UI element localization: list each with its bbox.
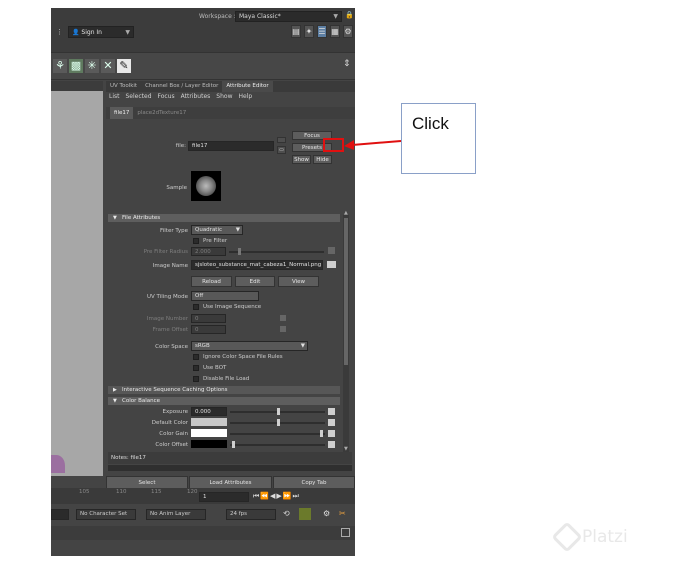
stage: Workspace : Maya Classic* ▼ 🔒 ⋮ 👤 Sign I… <box>0 0 680 566</box>
watermark-text: Platzi <box>582 527 628 547</box>
annotation-callout: Click <box>401 103 476 174</box>
platzi-watermark: Platzi <box>551 521 628 553</box>
annotation-arrow <box>344 140 402 150</box>
arrow-shaft <box>351 140 402 146</box>
arrow-head <box>344 140 354 150</box>
annotation-text: Click <box>412 114 449 133</box>
platzi-logo-icon <box>551 521 583 553</box>
